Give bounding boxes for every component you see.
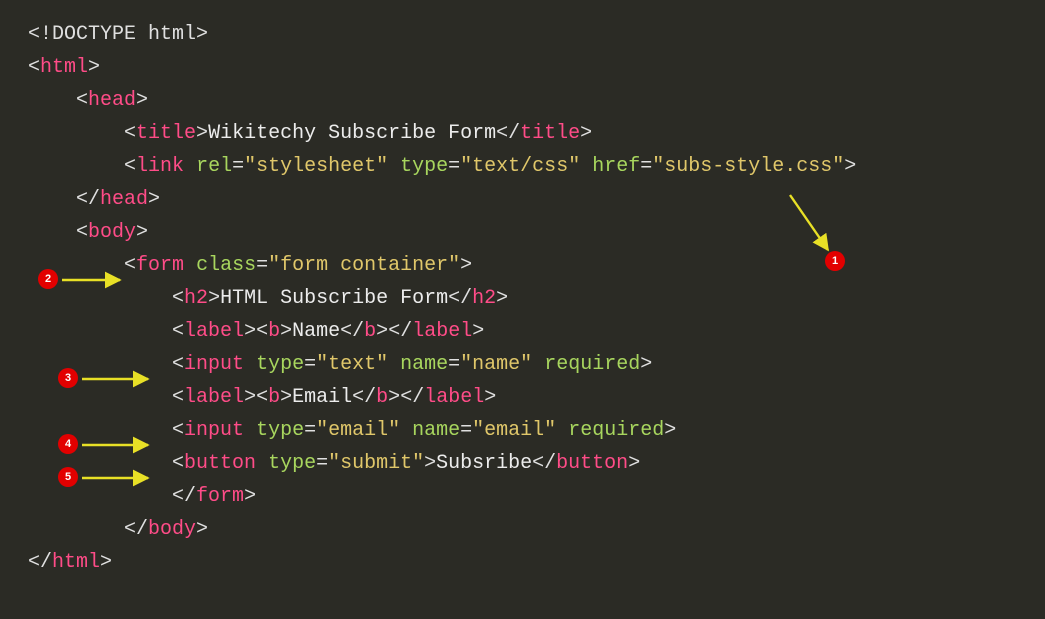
code-line: <h2>HTML Subscribe Form</h2> xyxy=(28,282,1045,315)
code-line: </form> xyxy=(28,480,1045,513)
code-line: <button type="submit">Subsribe</button> xyxy=(28,447,1045,480)
code-line: <link rel="stylesheet" type="text/css" h… xyxy=(28,150,1045,183)
code-line: <label><b>Email</b></label> xyxy=(28,381,1045,414)
code-line: <input type="email" name="email" require… xyxy=(28,414,1045,447)
code-line: <body> xyxy=(28,216,1045,249)
code-line: <input type="text" name="name" required> xyxy=(28,348,1045,381)
code-line: </html> xyxy=(28,546,1045,579)
code-line: <!DOCTYPE html> xyxy=(28,18,1045,51)
annotation-badge-2: 2 xyxy=(38,269,58,289)
annotation-badge-5: 5 xyxy=(58,467,78,487)
code-line: <form class="form container"> xyxy=(28,249,1045,282)
code-line: <html> xyxy=(28,51,1045,84)
annotation-badge-3: 3 xyxy=(58,368,78,388)
annotation-badge-1: 1 xyxy=(825,251,845,271)
code-line: </head> xyxy=(28,183,1045,216)
code-line: <head> xyxy=(28,84,1045,117)
code-line: <label><b>Name</b></label> xyxy=(28,315,1045,348)
code-editor: 1 2 3 4 5 <!DOCTYPE html> <html> <head> … xyxy=(0,0,1045,605)
code-line: </body> xyxy=(28,513,1045,546)
doctype: <!DOCTYPE html> xyxy=(28,23,208,46)
annotation-badge-4: 4 xyxy=(58,434,78,454)
code-line: <title>Wikitechy Subscribe Form</title> xyxy=(28,117,1045,150)
